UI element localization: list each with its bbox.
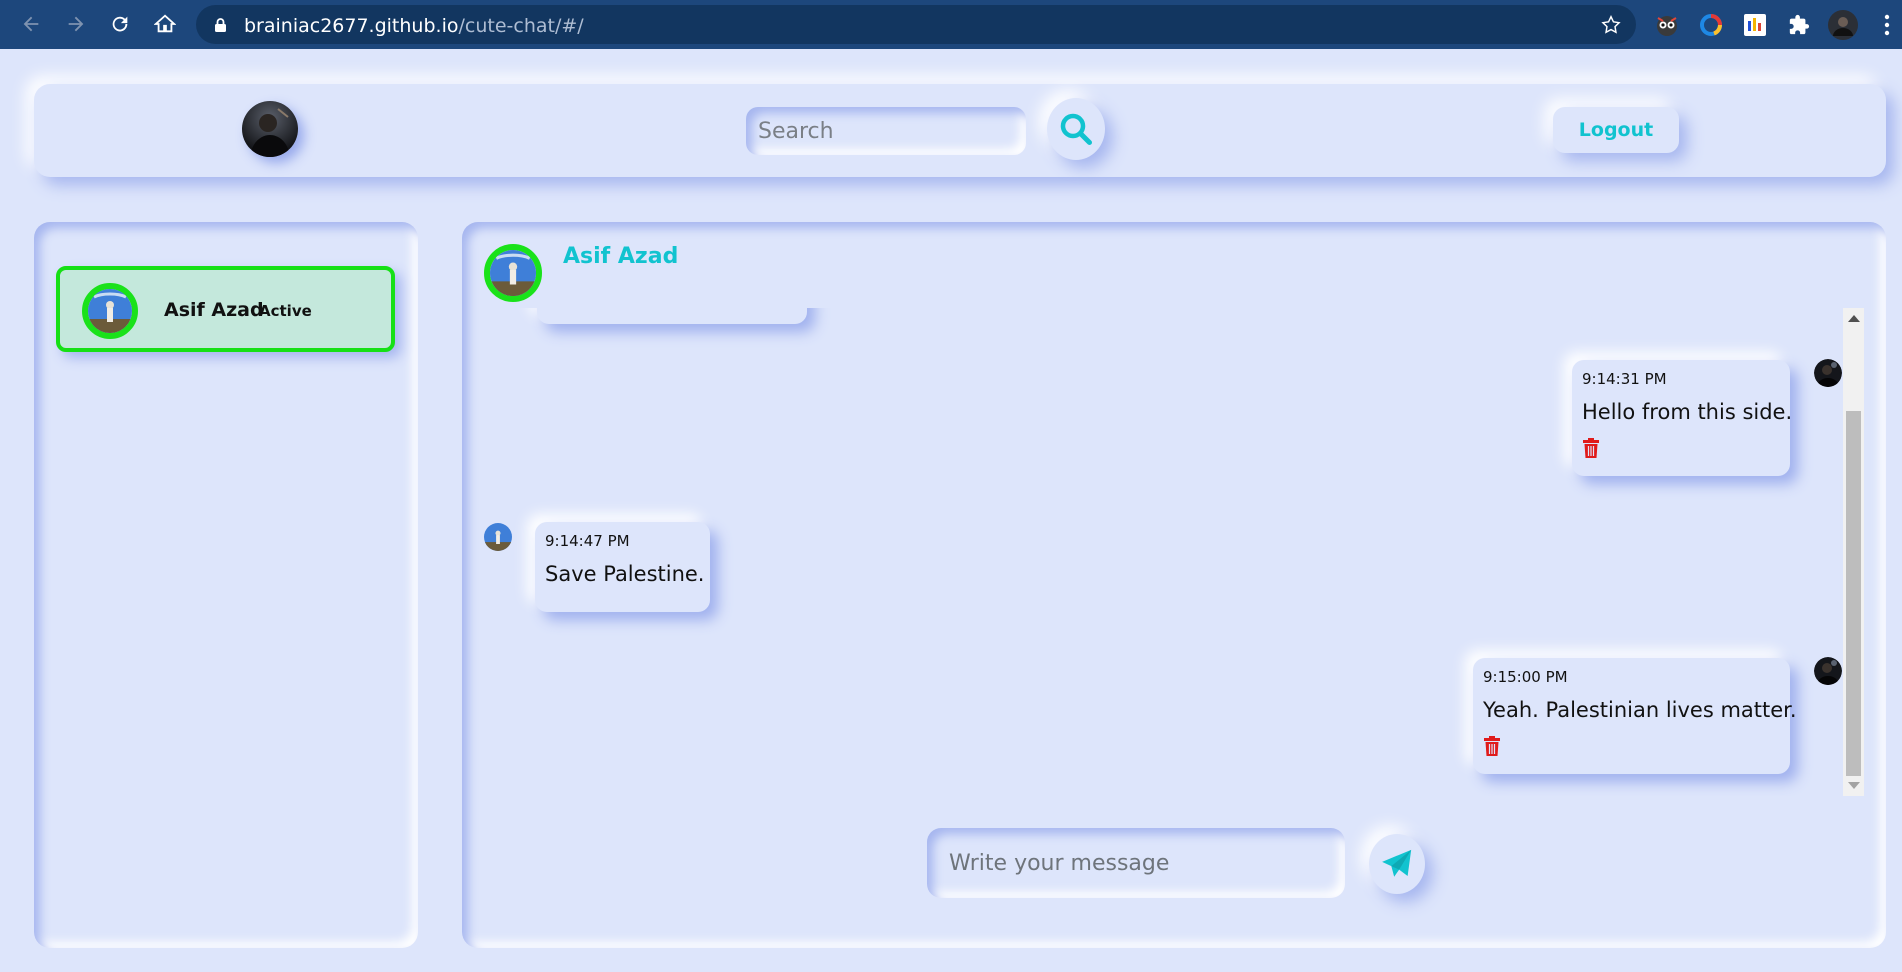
sender-avatar — [1814, 359, 1842, 387]
contact-item[interactable]: Asif Azad Active — [56, 266, 395, 352]
back-icon[interactable] — [15, 8, 47, 40]
message-bubble: 9:15:00 PM Yeah. Palestinian lives matte… — [1473, 658, 1797, 774]
reload-icon[interactable] — [104, 8, 136, 40]
contact-name: Asif Azad — [164, 299, 264, 321]
message-input[interactable] — [927, 828, 1345, 898]
send-button[interactable] — [1369, 834, 1425, 894]
message-bubble-partial — [537, 308, 807, 324]
scroll-thumb[interactable] — [1846, 411, 1861, 776]
search-input[interactable] — [746, 107, 1026, 155]
search-button[interactable] — [1047, 98, 1105, 160]
scroll-down-arrow[interactable] — [1848, 782, 1860, 789]
extension-color-icon[interactable] — [1696, 10, 1726, 40]
url-text: brainiac2677.github.io/cute-chat/#/ — [244, 15, 584, 37]
message-time: 9:15:00 PM — [1483, 668, 1568, 686]
message-text: Save Palestine. — [545, 562, 705, 586]
address-bar[interactable]: brainiac2677.github.io/cute-chat/#/ — [196, 5, 1636, 44]
sender-avatar — [484, 523, 512, 551]
chat-partner-name: Asif Azad — [563, 244, 679, 269]
delete-icon[interactable] — [1483, 736, 1501, 756]
profile-avatar-icon[interactable] — [1828, 10, 1858, 40]
contact-status: Active — [259, 302, 312, 320]
delete-icon[interactable] — [1582, 438, 1600, 458]
lock-icon — [215, 18, 226, 32]
message-text: Hello from this side. — [1582, 400, 1793, 424]
messages-scrollbar[interactable] — [1843, 308, 1864, 796]
chat-partner-avatar — [484, 244, 542, 302]
send-icon — [1382, 849, 1412, 877]
message-text: Yeah. Palestinian lives matter. — [1483, 698, 1797, 722]
my-avatar[interactable] — [242, 101, 298, 157]
logout-button[interactable]: Logout — [1553, 107, 1679, 153]
search-icon — [1060, 113, 1092, 145]
sender-avatar — [1814, 657, 1842, 685]
scroll-up-arrow[interactable] — [1848, 315, 1860, 322]
message-bubble: 9:14:31 PM Hello from this side. — [1572, 360, 1793, 476]
message-bubble: 9:14:47 PM Save Palestine. — [535, 522, 710, 612]
extension-chart-icon[interactable] — [1740, 10, 1770, 40]
message-time: 9:14:47 PM — [545, 532, 630, 550]
extensions-puzzle-icon[interactable] — [1784, 10, 1814, 40]
extension-eyes-icon[interactable] — [1652, 10, 1682, 40]
home-icon[interactable] — [149, 8, 181, 40]
browser-toolbar: brainiac2677.github.io/cute-chat/#/ — [0, 0, 1902, 49]
bookmark-star-icon[interactable] — [1600, 14, 1622, 36]
forward-icon[interactable] — [60, 8, 92, 40]
contact-avatar — [82, 283, 138, 339]
menu-dots-icon[interactable] — [1872, 10, 1902, 40]
message-time: 9:14:31 PM — [1582, 370, 1667, 388]
messages-area[interactable]: 9:14:31 PM Hello from this side. 9:14:47… — [470, 308, 1866, 796]
